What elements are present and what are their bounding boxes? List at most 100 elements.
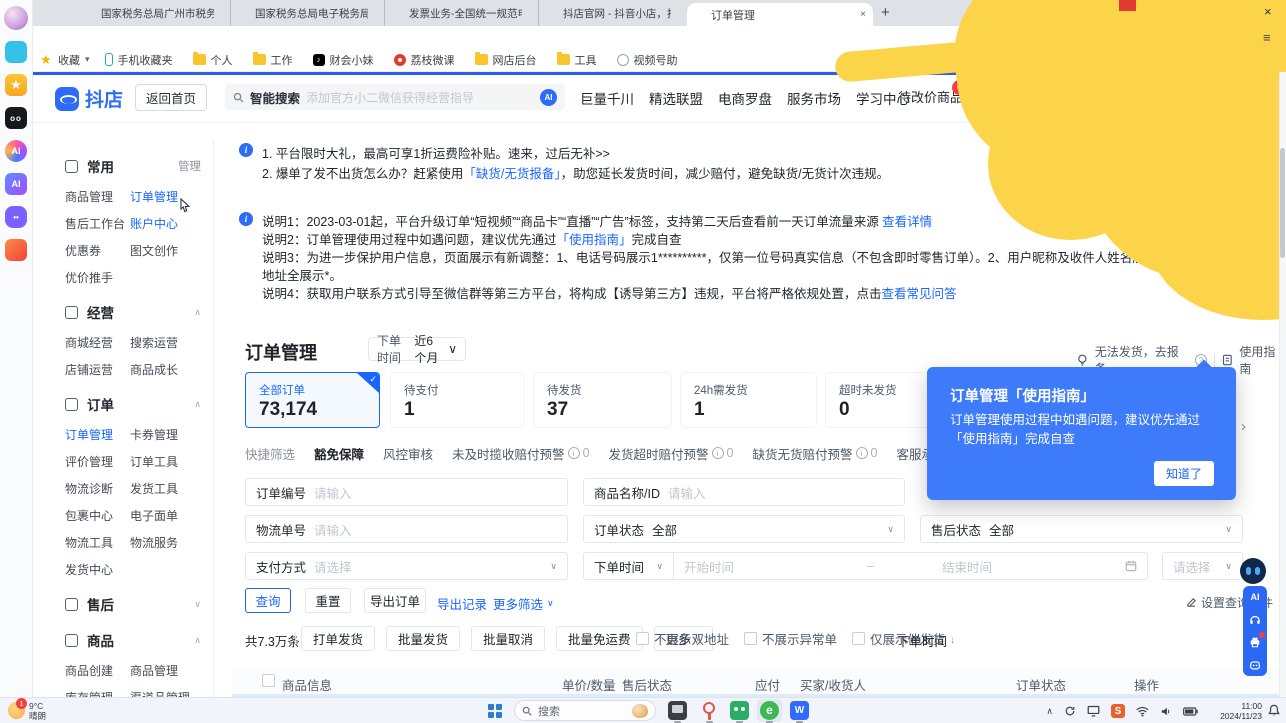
checkbox[interactable] [636, 632, 649, 645]
dock-app-icon[interactable] [5, 239, 27, 261]
weather-widget[interactable]: 9°C晴朗 [29, 701, 46, 721]
sidebar-item[interactable]: 物流服务 [130, 534, 195, 551]
sidebar-item[interactable]: 发货工具 [130, 480, 195, 497]
checkbox[interactable] [744, 632, 757, 645]
sidebar-item[interactable]: 商品管理 [65, 188, 130, 205]
sidebar-item[interactable]: 订单管理 [65, 426, 130, 443]
display-filter-checkbox[interactable]: 不展示异常单 [744, 629, 837, 648]
filter-chip-ship-timeout[interactable]: 发货超时赔付预警i0 [609, 444, 734, 463]
shop-search-box[interactable]: 智能搜索 添加官方小二微信获得经营指导 AI [225, 84, 565, 110]
sidebar-item[interactable]: 商城经营 [65, 334, 130, 351]
filter-chip-no-stock[interactable]: 缺货无货赔付预警i0 [752, 444, 877, 463]
sidebar-item[interactable]: 商品创建 [65, 662, 130, 679]
export-log-link[interactable]: 导出记录 [437, 594, 487, 613]
sidebar-item[interactable]: 店铺运营 [65, 361, 130, 378]
order-status-select[interactable]: 订单状态全部 ∨ [583, 515, 905, 543]
stat-all-orders[interactable]: ✓ 全部订单 73,174 [245, 372, 380, 428]
faq-link[interactable]: 查看常见问答 [881, 287, 956, 301]
filter-chip-exempt[interactable]: 豁免保障 [314, 444, 364, 463]
bookmark-item[interactable]: 工作 [253, 52, 298, 68]
sidebar-item[interactable]: 物流诊断 [65, 480, 130, 497]
browser-tab[interactable]: 国家税务总局电子税务局 [231, 0, 385, 26]
wechat-icon[interactable] [730, 701, 749, 720]
blue-app-icon[interactable]: W [790, 701, 809, 720]
shop-nav-link[interactable]: 服务市场 [787, 88, 841, 108]
sidebar-item[interactable]: 订单工具 [130, 453, 195, 470]
dock-app-icon[interactable] [4, 6, 28, 30]
dock-app-icon[interactable]: oo [5, 107, 27, 129]
customer-service-icon[interactable] [1243, 610, 1267, 630]
browser-tab[interactable]: 抖店官网 - 抖音小店，抖音电商 [539, 0, 687, 26]
sidebar-item[interactable]: 评价管理 [65, 453, 130, 470]
display-filter-checkbox[interactable]: 不展示双地址 [636, 629, 729, 648]
browser-tab[interactable]: 国家税务总局广州市税务局 [77, 0, 231, 26]
reset-button[interactable]: 重置 [305, 588, 351, 613]
collapse-icon[interactable]: ∧ [194, 307, 201, 318]
view-details-link[interactable]: 查看详情 [882, 215, 932, 229]
file-explorer-icon[interactable] [668, 701, 687, 720]
filter-chip-pickup-warning[interactable]: 未及时揽收赔付预警i0 [452, 444, 589, 463]
dock-app-icon[interactable]: ★ [5, 74, 27, 96]
stats-next-arrow[interactable]: › [1241, 418, 1246, 435]
page-scrollbar-thumb[interactable] [1280, 148, 1285, 258]
shortage-report-link[interactable]: 「缺货/无货报备」 [463, 167, 560, 181]
dock-app-icon[interactable]: •• [5, 206, 27, 228]
tray-expand-icon[interactable]: ∧ [1046, 706, 1053, 717]
stat-to-ship[interactable]: 待发货37 [533, 372, 672, 428]
bookmark-item[interactable]: 荔枝微课 [394, 52, 460, 68]
browser-tab[interactable]: 订单管理 × [687, 3, 873, 26]
notification-bell-icon[interactable] [1268, 704, 1280, 717]
popover-ok-button[interactable]: 知道了 [1154, 461, 1214, 486]
browser-360-icon[interactable]: e [760, 701, 779, 720]
display-icon[interactable] [1087, 705, 1100, 717]
manage-link[interactable]: 管理 [178, 158, 201, 174]
red-app-icon[interactable] [700, 701, 719, 720]
browser-tab[interactable]: 发票业务-全国统一规范电子税 [385, 0, 539, 26]
expand-icon[interactable]: ∨ [194, 599, 201, 610]
bookmark-item[interactable]: 工具 [557, 52, 602, 68]
tracking-no-field[interactable]: 物流单号请输入 [245, 515, 568, 543]
start-button[interactable] [488, 704, 502, 718]
batch-action-button[interactable]: 批量发货 [386, 626, 460, 651]
browser-menu-icon[interactable]: ≡ [1263, 30, 1271, 45]
usage-guide-link[interactable]: 「使用指南」 [556, 233, 631, 247]
sidebar-item[interactable]: 发货中心 [65, 561, 130, 578]
tab-close-icon[interactable]: × [856, 9, 866, 20]
volume-icon[interactable] [1160, 706, 1172, 717]
filter-chip-risk[interactable]: 风控审核 [383, 444, 433, 463]
date-range-field[interactable]: 开始时间 – 结束时间 [673, 552, 1148, 580]
more-filters-link[interactable]: 更多筛选∨ [493, 594, 554, 613]
time-type-select[interactable]: 下单时间 ∨ [583, 552, 673, 580]
batch-action-button[interactable]: 批量免运费 [556, 626, 643, 651]
printer-icon[interactable] [1243, 632, 1267, 652]
shop-nav-link[interactable]: 巨量千川 [580, 88, 634, 108]
bookmark-item[interactable]: ♪ 财会小妹 [313, 52, 379, 68]
bookmark-item[interactable]: 手机收藏夹 [105, 52, 178, 68]
collapse-icon[interactable]: ∧ [194, 399, 201, 410]
batch-action-button[interactable]: 批量取消 [471, 626, 545, 651]
dock-app-icon[interactable]: AI [5, 140, 27, 162]
robot-chat-icon[interactable] [1243, 655, 1267, 675]
sort-by-time[interactable]: 下单时间 ↓ [897, 631, 955, 650]
taskbar-search[interactable]: 搜索 [514, 700, 656, 721]
sidebar-item[interactable]: 物流工具 [65, 534, 130, 551]
assistant-avatar-icon[interactable] [1240, 558, 1266, 584]
bookmark-item[interactable]: ★ 收藏 ▾ [40, 52, 90, 68]
battery-icon[interactable] [1183, 707, 1198, 716]
product-field[interactable]: 商品名称/ID请输入 [583, 478, 905, 506]
sidebar-item[interactable]: 商品管理 [130, 662, 195, 679]
sidebar-item[interactable]: 包裹中心 [65, 507, 130, 524]
dock-app-icon[interactable] [5, 41, 27, 63]
sidebar-item[interactable]: 电子面单 [130, 507, 195, 524]
sidebar-item[interactable]: 优价推手 [65, 269, 130, 286]
wifi-icon[interactable] [1136, 706, 1149, 717]
back-home-button[interactable]: 返回首页 [135, 84, 207, 111]
stat-pending-pay[interactable]: 待支付1 [390, 372, 525, 428]
sidebar-item[interactable]: 卡券管理 [130, 426, 195, 443]
query-button[interactable]: 查询 [245, 588, 291, 613]
order-no-field[interactable]: 订单编号请输入 [245, 478, 568, 506]
sidebar-item[interactable]: 优惠券 [65, 242, 130, 259]
aftersale-status-select[interactable]: 售后状态全部 ∨ [920, 515, 1243, 543]
batch-action-button[interactable]: 打单发货 [301, 626, 375, 651]
window-close-button[interactable]: × [1264, 4, 1272, 19]
